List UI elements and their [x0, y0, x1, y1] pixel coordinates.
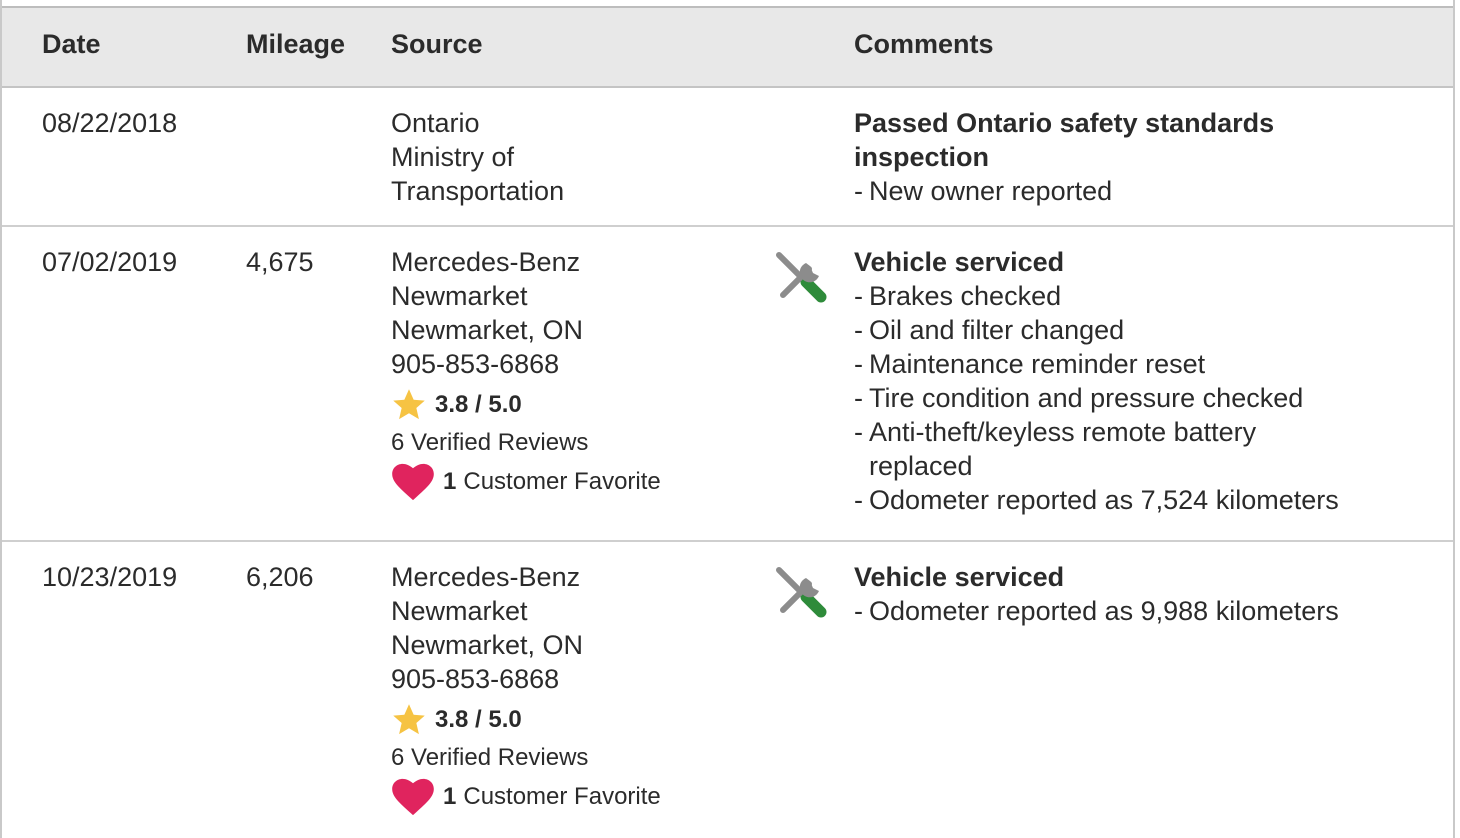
- source-line: Transportation: [391, 176, 565, 206]
- comment-title: Vehicle serviced: [854, 562, 1065, 592]
- comment-item: - Brakes checked: [854, 281, 1062, 311]
- comment-item: - Anti-theft/keyless remote battery repla…: [854, 417, 1257, 481]
- verified-reviews-link[interactable]: 6 Verified Reviews: [391, 425, 661, 461]
- dealer-name-link[interactable]: Mercedes-Benz: [391, 245, 661, 279]
- dealer-name-link[interactable]: Newmarket: [391, 279, 661, 313]
- favorite-label: Customer Favorite: [463, 783, 661, 810]
- dealer-location: Newmarket, ON: [391, 630, 584, 660]
- row-date: 10/23/2019: [42, 562, 178, 592]
- service-tools-icon: [776, 567, 827, 618]
- row-comments: Passed Ontario safety standards inspecti…: [854, 106, 1414, 208]
- comment-title: inspection: [854, 142, 990, 172]
- service-tools-icon: [776, 252, 827, 303]
- verified-reviews-link[interactable]: 6 Verified Reviews: [391, 740, 661, 776]
- column-header-comments: Comments: [854, 29, 994, 59]
- table-header: Date Mileage Source Comments: [2, 6, 1453, 88]
- row-source: Ontario Ministry of Transportation: [391, 106, 564, 208]
- comment-item: - Oil and filter changed: [854, 315, 1125, 345]
- row-comments: Vehicle serviced - Brakes checked - Oil an…: [854, 245, 1424, 517]
- dealer-rating[interactable]: 3.8 / 5.0: [391, 385, 661, 425]
- comment-item: - New owner reported: [854, 176, 1113, 206]
- table-row: 08/22/2018 Ontario Ministry of Transport…: [2, 88, 1453, 227]
- source-line: Ministry of: [391, 142, 515, 172]
- column-header-mileage: Mileage: [246, 29, 346, 59]
- rating-value: 3.8 / 5.0: [435, 391, 522, 418]
- column-header-date: Date: [42, 29, 101, 59]
- favorite-label: Customer Favorite: [463, 468, 661, 495]
- table-row: 10/23/2019 6,206 Mercedes-Benz Newmarket…: [2, 542, 1453, 838]
- row-source: Mercedes-Benz Newmarket Newmarket, ON 90…: [391, 245, 661, 503]
- comment-item: - Maintenance reminder reset: [854, 349, 1206, 379]
- column-header-source: Source: [391, 29, 483, 59]
- comment-item: - Odometer reported as 9,988 kilometers: [854, 596, 1339, 626]
- favorite-count: 1: [443, 783, 457, 810]
- row-comments: Vehicle serviced - Odometer reported as 9…: [854, 560, 1424, 628]
- row-date: 08/22/2018: [42, 108, 178, 138]
- comment-title: Vehicle serviced: [854, 247, 1065, 277]
- comment-item: - Tire condition and pressure checked: [854, 383, 1304, 413]
- dealer-phone: 905-853-6868: [391, 349, 560, 379]
- customer-favorite: 1 Customer Favorite: [391, 461, 661, 503]
- source-line: Ontario: [391, 108, 480, 138]
- dealer-name-link[interactable]: Newmarket: [391, 594, 661, 628]
- rating-value: 3.8 / 5.0: [435, 706, 522, 733]
- row-source: Mercedes-Benz Newmarket Newmarket, ON 90…: [391, 560, 661, 818]
- dealer-location: Newmarket, ON: [391, 315, 584, 345]
- heart-icon: [392, 463, 434, 501]
- comment-title: Passed Ontario safety standards: [854, 108, 1275, 138]
- row-mileage: 4,675: [246, 247, 314, 277]
- dealer-phone: 905-853-6868: [391, 664, 560, 694]
- star-icon: [393, 704, 425, 735]
- star-icon: [393, 389, 425, 420]
- customer-favorite: 1 Customer Favorite: [391, 776, 661, 818]
- favorite-count: 1: [443, 468, 457, 495]
- dealer-name-link[interactable]: Mercedes-Benz: [391, 560, 661, 594]
- dealer-rating[interactable]: 3.8 / 5.0: [391, 700, 661, 740]
- heart-icon: [392, 778, 434, 816]
- comment-item: - Odometer reported as 7,524 kilometers: [854, 485, 1339, 515]
- service-history-table: Date Mileage Source Comments 08/22/2018 …: [0, 0, 1455, 838]
- row-mileage: 6,206: [246, 562, 314, 592]
- table-row: 07/02/2019 4,675 Mercedes-Benz Newmarket…: [2, 227, 1453, 542]
- row-date: 07/02/2019: [42, 247, 178, 277]
